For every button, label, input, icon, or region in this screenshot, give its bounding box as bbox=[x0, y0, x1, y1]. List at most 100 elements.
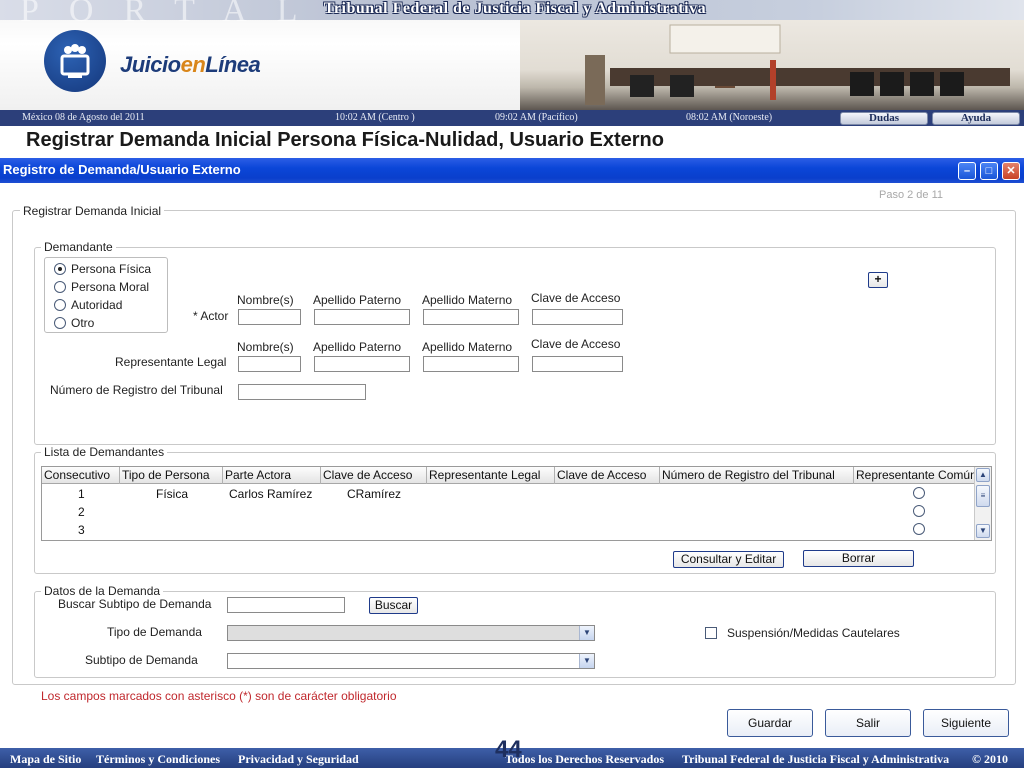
representante-legal-label: Representante Legal bbox=[115, 355, 227, 369]
actor-paterno-input[interactable] bbox=[314, 309, 410, 325]
rep-nombre-input[interactable] bbox=[238, 356, 301, 372]
lista-demandantes-legend: Lista de Demandantes bbox=[41, 445, 168, 459]
derechos-text: Todos los Derechos Reservados bbox=[505, 752, 665, 766]
col-parte-actora[interactable]: Parte Actora bbox=[223, 467, 321, 484]
copyright-text: © 2010 bbox=[972, 752, 1008, 766]
privacidad-link[interactable]: Privacidad y Seguridad bbox=[238, 752, 359, 767]
demandantes-table: Consecutivo Tipo de Persona Parte Actora… bbox=[41, 466, 992, 541]
tribunal-footer-text: Tribunal Federal de Justicia Fiscal y Ad… bbox=[682, 752, 950, 766]
ayuda-button[interactable]: Ayuda bbox=[932, 112, 1020, 125]
demandante-fieldset bbox=[34, 247, 996, 445]
radio-persona-fisica[interactable] bbox=[54, 263, 66, 275]
chevron-down-icon[interactable]: ▼ bbox=[579, 626, 594, 640]
add-demandante-button[interactable]: + bbox=[868, 272, 888, 288]
terminos-link[interactable]: Términos y Condiciones bbox=[96, 752, 220, 767]
scroll-down-icon[interactable]: ▼ bbox=[976, 524, 990, 538]
mapa-sitio-link[interactable]: Mapa de Sitio bbox=[10, 752, 81, 767]
radio-persona-moral-label: Persona Moral bbox=[71, 280, 150, 294]
guardar-button[interactable]: Guardar bbox=[727, 709, 813, 737]
borrar-button[interactable]: Borrar bbox=[803, 550, 914, 567]
page-heading: Registrar Demanda Inicial Persona Física… bbox=[26, 129, 664, 151]
actor-nombre-input[interactable] bbox=[238, 309, 301, 325]
rep-materno-header: Apellido Materno bbox=[422, 340, 513, 354]
demandante-legend: Demandante bbox=[41, 240, 116, 254]
table-scrollbar[interactable]: ▲ ≡ ▼ bbox=[974, 467, 991, 540]
actor-clave-input[interactable] bbox=[532, 309, 623, 325]
col-representante-comun[interactable]: Representante Común bbox=[854, 467, 977, 484]
row3-representante-comun-radio[interactable] bbox=[913, 523, 925, 535]
radio-autoridad-label: Autoridad bbox=[71, 298, 123, 312]
col-representante-legal[interactable]: Representante Legal bbox=[427, 467, 555, 484]
siguiente-button[interactable]: Siguiente bbox=[923, 709, 1009, 737]
row1-consecutivo: 1 bbox=[78, 487, 85, 501]
info-bar: México 08 de Agosto del 2011 10:02 AM (C… bbox=[0, 110, 1024, 126]
step-indicator: Paso 2 de 11 bbox=[879, 189, 944, 201]
portal-banner: PORTAL Tribunal Federal de Justicia Fisc… bbox=[0, 0, 1024, 110]
row1-parte-actora: Carlos Ramírez bbox=[229, 487, 313, 501]
logo-word-juicio: Juicio bbox=[120, 52, 181, 77]
col-numero-registro[interactable]: Número de Registro del Tribunal bbox=[660, 467, 854, 484]
dudas-button[interactable]: Dudas bbox=[840, 112, 928, 125]
radio-autoridad[interactable] bbox=[54, 299, 66, 311]
radio-persona-moral[interactable] bbox=[54, 281, 66, 293]
logo-wordmark: JuicioenLínea bbox=[120, 52, 261, 78]
time-pacifico: 09:02 AM (Pacífico) bbox=[495, 112, 578, 123]
banner-title-bar: PORTAL Tribunal Federal de Justicia Fisc… bbox=[0, 0, 1024, 29]
row1-tipo: Física bbox=[156, 487, 189, 501]
salir-button[interactable]: Salir bbox=[825, 709, 911, 737]
subtipo-demanda-label: Subtipo de Demanda bbox=[85, 653, 198, 667]
numero-registro-input[interactable] bbox=[238, 384, 366, 400]
actor-label: * Actor bbox=[193, 309, 229, 323]
buscar-subtipo-label: Buscar Subtipo de Demanda bbox=[58, 597, 212, 611]
rep-materno-input[interactable] bbox=[423, 356, 519, 372]
juicio-en-linea-logo-icon bbox=[44, 30, 106, 92]
minimize-icon[interactable]: – bbox=[958, 162, 976, 180]
window-title: Registro de Demanda/Usuario Externo bbox=[3, 162, 241, 177]
registrar-demanda-legend: Registrar Demanda Inicial bbox=[20, 204, 165, 218]
tipo-demanda-select[interactable]: ▼ bbox=[227, 625, 595, 641]
page-number: 44 bbox=[495, 736, 522, 763]
window-titlebar: Registro de Demanda/Usuario Externo – □ … bbox=[0, 158, 1024, 183]
actor-materno-header: Apellido Materno bbox=[422, 293, 513, 307]
maximize-icon[interactable]: □ bbox=[980, 162, 998, 180]
actor-paterno-header: Apellido Paterno bbox=[313, 293, 402, 307]
current-date: México 08 de Agosto del 2011 bbox=[22, 112, 145, 123]
rep-nombre-header: Nombre(s) bbox=[237, 340, 294, 354]
col-clave-acceso[interactable]: Clave de Acceso bbox=[321, 467, 427, 484]
rep-paterno-input[interactable] bbox=[314, 356, 410, 372]
time-noroeste: 08:02 AM (Noroeste) bbox=[686, 112, 773, 123]
table-header: Consecutivo Tipo de Persona Parte Actora… bbox=[42, 467, 977, 484]
row2-representante-comun-radio[interactable] bbox=[913, 505, 925, 517]
time-centro: 10:02 AM (Centro ) bbox=[335, 112, 415, 123]
col-consecutivo[interactable]: Consecutivo bbox=[42, 467, 120, 484]
banner-title: Tribunal Federal de Justicia Fiscal y Ad… bbox=[323, 0, 707, 17]
radio-otro-label: Otro bbox=[71, 316, 95, 330]
chevron-down-icon[interactable]: ▼ bbox=[579, 654, 594, 668]
radio-persona-fisica-label: Persona Física bbox=[71, 262, 152, 276]
suspension-checkbox[interactable] bbox=[705, 627, 717, 639]
actor-clave-header: Clave de Acceso bbox=[531, 291, 621, 305]
buscar-subtipo-input[interactable] bbox=[227, 597, 345, 613]
tipo-demanda-label: Tipo de Demanda bbox=[107, 625, 202, 639]
rep-paterno-header: Apellido Paterno bbox=[313, 340, 402, 354]
scroll-thumb[interactable]: ≡ bbox=[976, 485, 990, 507]
radio-otro[interactable] bbox=[54, 317, 66, 329]
row1-representante-comun-radio[interactable] bbox=[913, 487, 925, 499]
subtipo-demanda-select[interactable]: ▼ bbox=[227, 653, 595, 669]
logo-word-en: en bbox=[180, 52, 206, 77]
scroll-up-icon[interactable]: ▲ bbox=[976, 468, 990, 482]
close-icon[interactable]: ✕ bbox=[1002, 162, 1020, 180]
rep-clave-input[interactable] bbox=[532, 356, 623, 372]
col-clave-acceso-rep[interactable]: Clave de Acceso bbox=[555, 467, 660, 484]
rep-clave-header: Clave de Acceso bbox=[531, 337, 621, 351]
consultar-editar-button[interactable]: Consultar y Editar bbox=[673, 551, 784, 568]
datos-demanda-legend: Datos de la Demanda bbox=[41, 584, 164, 598]
actor-materno-input[interactable] bbox=[423, 309, 519, 325]
required-fields-note: Los campos marcados con asterisco (*) so… bbox=[41, 689, 397, 703]
actor-nombre-header: Nombre(s) bbox=[237, 293, 294, 307]
col-tipo-persona[interactable]: Tipo de Persona bbox=[120, 467, 223, 484]
suspension-label: Suspensión/Medidas Cautelares bbox=[727, 626, 900, 640]
buscar-button[interactable]: Buscar bbox=[369, 597, 418, 614]
row3-consecutivo: 3 bbox=[78, 523, 85, 537]
logo-word-linea: Línea bbox=[205, 52, 261, 77]
